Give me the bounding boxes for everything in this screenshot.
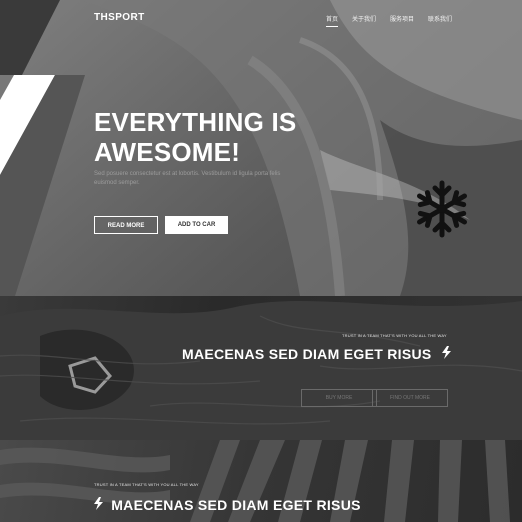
feature-band-1: BUY MORE FIND OUT MORE [0, 296, 522, 440]
nav-item-about[interactable]: 关于我们 [352, 14, 376, 27]
buy-more-button[interactable]: BUY MORE [301, 389, 377, 407]
nav-item-home[interactable]: 首页 [326, 14, 339, 27]
nav-item-contact[interactable]: 联系我们 [428, 14, 452, 27]
site-logo[interactable]: THSPORT [94, 12, 145, 23]
elephant-background-image [0, 301, 522, 440]
snowflake-icon [417, 180, 467, 238]
nav-item-services[interactable]: 服务项目 [390, 14, 414, 27]
hero-title-line2: AWESOME! [94, 137, 241, 167]
hero-title: EVERYTHING IS AWESOME! [94, 107, 296, 167]
lightning-bolt-icon [94, 497, 103, 510]
section1-kicker: TRUST IN A TEAM THAT'S WITH YOU ALL THE … [342, 333, 447, 338]
main-nav: 首页 关于我们 服务项目 联系我们 [326, 14, 452, 27]
hero-section: THSPORT 首页 关于我们 服务项目 联系我们 EVERYTHING IS … [0, 0, 522, 296]
lightning-bolt-icon [441, 346, 451, 359]
read-more-button[interactable]: READ MORE [94, 216, 158, 234]
section1-headline-text: MAECENAS SED DIAM EGET RISUS [182, 346, 432, 362]
find-out-more-button[interactable]: FIND OUT MORE [372, 389, 448, 407]
section1-headline: MAECENAS SED DIAM EGET RISUS [182, 346, 451, 362]
section2-kicker: TRUST IN A TEAM THAT'S WITH YOU ALL THE … [94, 482, 199, 487]
hero-title-line1: EVERYTHING IS [94, 107, 297, 137]
add-to-cart-button[interactable]: ADD TO CAR [165, 216, 228, 234]
section2-headline: MAECENAS SED DIAM EGET RISUS [94, 497, 361, 513]
section2-headline-text: MAECENAS SED DIAM EGET RISUS [111, 497, 361, 513]
hero-subtitle: Sed posuere consectetur est at lobortis.… [94, 171, 281, 186]
